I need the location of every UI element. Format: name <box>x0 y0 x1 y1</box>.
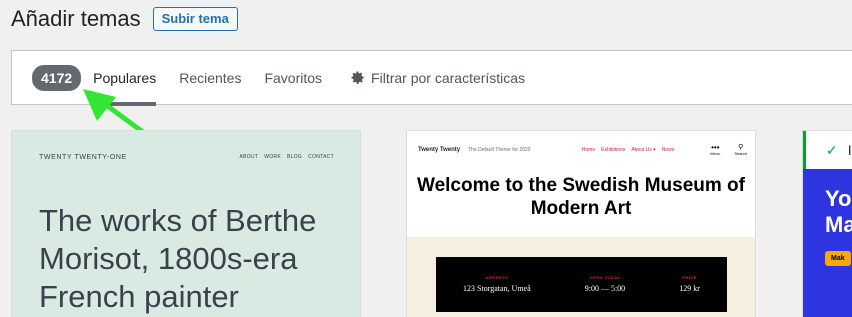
installed-label: In <box>847 142 852 158</box>
page-header: Añadir temas Subir tema <box>11 6 238 32</box>
menu-icon: ••• Menu <box>710 142 721 156</box>
info-value: 123 Storgatan, Umeå <box>463 284 531 293</box>
theme-preview-headline: The works of Berthe Morisot, 1800s-era F… <box>39 203 317 314</box>
feature-filter-label: Filtrar por características <box>371 69 526 86</box>
tab-favoritos[interactable]: Favoritos <box>264 50 322 105</box>
info-value: 129 kr <box>679 284 700 293</box>
info-label: PRICE <box>682 275 697 280</box>
info-column: PRICE 129 kr <box>679 275 700 312</box>
gear-icon <box>351 71 364 84</box>
theme-preview-heading: Yo Ma <box>825 186 852 237</box>
feature-filter-button[interactable]: Filtrar por características <box>350 70 525 86</box>
search-label: Search <box>734 151 747 156</box>
theme-preview-header: Twenty Twenty The Default Theme for 2020… <box>418 140 747 160</box>
info-column: ADDRESS 123 Storgatan, Umeå <box>463 275 531 312</box>
theme-card-twenty-twenty-one[interactable]: TWENTY TWENTY-ONE ABOUT WORK BLOG CONTAC… <box>11 130 361 317</box>
installed-notice: ✓ In <box>803 131 852 169</box>
preview-nav-item: BLOG <box>286 154 303 160</box>
theme-preview-heading: Welcome to the Swedish Museum of Modern … <box>417 175 745 219</box>
theme-site-title: TWENTY TWENTY-ONE <box>39 154 127 161</box>
theme-count-badge: 4172 <box>32 64 82 91</box>
info-value: 9:00 — 5:00 <box>584 284 626 293</box>
theme-preview-nav: ABOUT WORK BLOG CONTACT <box>239 154 334 160</box>
theme-card-twenty-twenty[interactable]: Twenty Twenty The Default Theme for 2020… <box>406 130 756 317</box>
theme-preview-nav: Home Exhibitions About Us ▾ News <box>582 147 675 153</box>
theme-card-installed[interactable]: ✓ In Yo Ma Mak <box>802 130 852 317</box>
preview-nav-item: About Us ▾ <box>631 147 656 153</box>
info-column: OPEN TODAY 9:00 — 5:00 <box>585 275 625 312</box>
preview-nav-item: Home <box>581 147 596 153</box>
preview-button: Mak <box>825 251 851 266</box>
search-icon: ⚲ Search <box>734 144 747 156</box>
theme-brand: Twenty Twenty <box>418 147 461 153</box>
checkmark-icon: ✓ <box>826 141 838 158</box>
preview-info-block: ADDRESS 123 Storgatan, Umeå OPEN TODAY 9… <box>436 257 727 312</box>
info-label: OPEN TODAY <box>589 275 621 280</box>
preview-nav-item: News <box>661 147 675 153</box>
upload-theme-button[interactable]: Subir tema <box>152 7 238 31</box>
preview-nav-item: Exhibitions <box>601 147 626 153</box>
theme-tagline: The Default Theme for 2020 <box>468 147 531 153</box>
menu-label: Menu <box>710 150 721 156</box>
preview-nav-item: CONTACT <box>308 154 334 160</box>
preview-nav-item: WORK <box>264 154 281 160</box>
info-label: ADDRESS <box>485 275 509 280</box>
preview-nav-item: ABOUT <box>239 154 259 160</box>
page-title: Añadir temas <box>11 6 141 31</box>
